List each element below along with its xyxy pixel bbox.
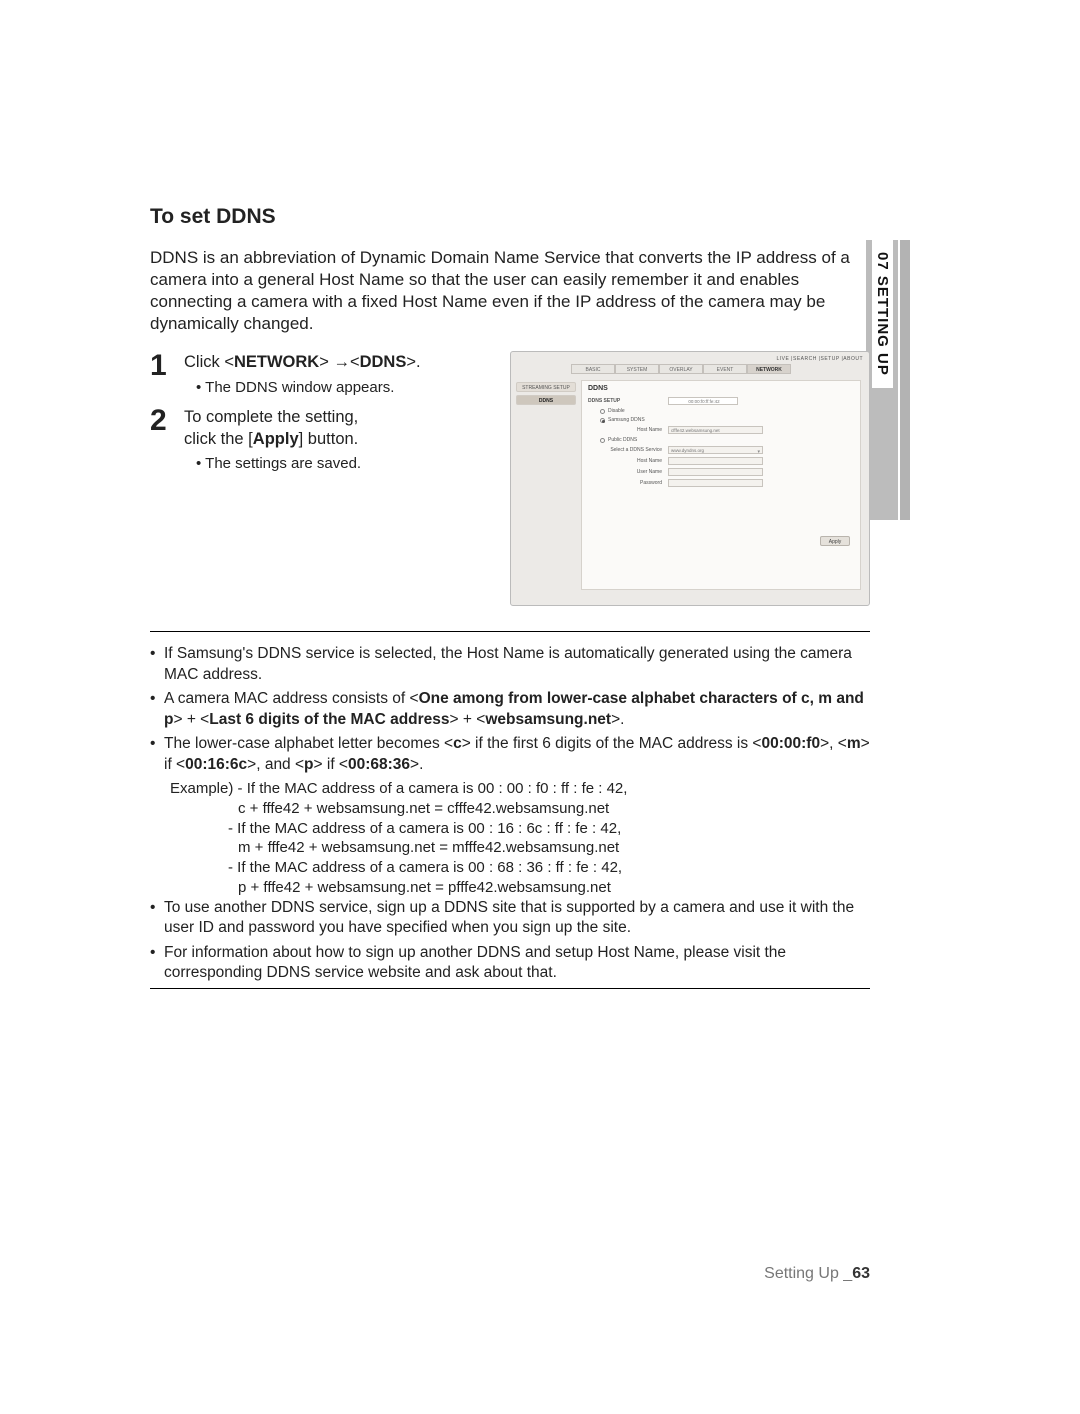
bullet-icon: •: [150, 898, 164, 939]
footer-label: Setting Up _: [764, 1265, 852, 1282]
step-number: 2: [150, 406, 180, 436]
example-label: Example): [170, 780, 233, 797]
example-line: c + fffe42 + websamsung.net = cfffe42.we…: [238, 799, 870, 819]
opt-public: Public DDNS: [608, 437, 637, 443]
intro-paragraph: DDNS is an abbreviation of Dynamic Domai…: [150, 247, 870, 335]
hostname-label: Host Name: [588, 427, 668, 433]
steps-area: 1 Click <NETWORK><DDNS>. The DDNS window…: [150, 351, 920, 611]
tab-network[interactable]: NETWORK: [747, 364, 791, 374]
step-sub: The settings are saved.: [196, 454, 504, 474]
bullet-icon: •: [150, 689, 164, 730]
hostname2-input[interactable]: [668, 457, 763, 465]
example-line: - If the MAC address of a camera is 00 :…: [228, 858, 870, 878]
bullet-icon: •: [150, 644, 164, 685]
note-text: A camera MAC address consists of <One am…: [164, 689, 870, 730]
opt-disable: Disable: [608, 408, 625, 414]
fig-topnav: LIVE |SEARCH |SETUP |ABOUT: [776, 356, 863, 362]
step-text: Click <: [184, 353, 234, 371]
note-item: • The lower-case alphabet letter becomes…: [150, 734, 870, 775]
example-line: - If the MAC address of a camera is 00 :…: [228, 819, 870, 839]
notes-block: • If Samsung's DDNS service is selected,…: [150, 644, 870, 983]
radio-disable[interactable]: [600, 409, 605, 414]
step-keyword-ddns: DDNS: [360, 353, 407, 371]
note-item: • For information about how to sign up a…: [150, 943, 870, 984]
panel-title: DDNS: [588, 385, 854, 392]
username-label: User Name: [588, 469, 668, 475]
example-line: - If the MAC address of a camera is 00 :…: [238, 780, 628, 797]
step-text: To complete the setting,: [184, 408, 358, 426]
fig-sidebar: STREAMING SETUP DDNS: [516, 382, 576, 408]
sidebar-item-ddns[interactable]: DDNS: [516, 395, 576, 405]
tab-overlay[interactable]: OVERLAY: [659, 364, 703, 374]
note-text: The lower-case alphabet letter becomes <…: [164, 734, 870, 775]
sidebar-item-streaming[interactable]: STREAMING SETUP: [516, 382, 576, 392]
step-sub: The DDNS window appears.: [196, 378, 504, 398]
step-text: >.: [406, 353, 420, 371]
username-input[interactable]: [668, 468, 763, 476]
radio-public[interactable]: [600, 438, 605, 443]
page-number: 63: [852, 1265, 870, 1282]
ddns-screenshot: LIVE |SEARCH |SETUP |ABOUT BASIC SYSTEM …: [510, 351, 870, 606]
bullet-icon: •: [150, 943, 164, 984]
note-text: For information about how to sign up ano…: [164, 943, 870, 984]
bullet-icon: •: [150, 734, 164, 775]
radio-samsung[interactable]: [600, 418, 605, 423]
mac-display: 00:00:f0:ff:fe:42: [668, 397, 738, 405]
step-text: ] button.: [299, 430, 359, 448]
opt-samsung: Samsung DDNS: [608, 417, 645, 423]
tab-system[interactable]: SYSTEM: [615, 364, 659, 374]
fig-tabs: BASIC SYSTEM OVERLAY EVENT NETWORK: [571, 364, 791, 374]
hostname-input[interactable]: cfffe42.websamsung.net: [668, 426, 763, 434]
tab-basic[interactable]: BASIC: [571, 364, 615, 374]
note-item: • A camera MAC address consists of <One …: [150, 689, 870, 730]
fig-panel: DDNS DDNS SETUP 00:00:f0:ff:fe:42 Disabl…: [581, 380, 861, 590]
step-text: >: [319, 353, 329, 371]
tab-event[interactable]: EVENT: [703, 364, 747, 374]
divider: [150, 988, 870, 989]
example-block: Example) - If the MAC address of a camer…: [170, 779, 870, 898]
hostname2-label: Host Name: [588, 458, 668, 464]
apply-button[interactable]: Apply: [820, 536, 850, 546]
arrow-icon: [329, 353, 350, 371]
chevron-down-icon: ▾: [757, 448, 760, 456]
example-line: p + fffe42 + websamsung.net = pfffe42.we…: [238, 878, 870, 898]
note-text: To use another DDNS service, sign up a D…: [164, 898, 870, 939]
step-keyword-network: NETWORK: [234, 353, 319, 371]
divider: [150, 631, 870, 632]
section-title: To set DDNS: [150, 205, 920, 229]
ddns-setup-label: DDNS SETUP: [588, 398, 668, 404]
note-item: • If Samsung's DDNS service is selected,…: [150, 644, 870, 685]
select-service-dropdown[interactable]: www.dyndns.org▾: [668, 446, 763, 454]
note-text: If Samsung's DDNS service is selected, t…: [164, 644, 870, 685]
password-input[interactable]: [668, 479, 763, 487]
step-number: 1: [150, 351, 180, 381]
step-text: click the [: [184, 430, 253, 448]
page-content: To set DDNS DDNS is an abbreviation of D…: [150, 205, 920, 1019]
password-label: Password: [588, 480, 668, 486]
step-keyword-apply: Apply: [253, 430, 299, 448]
select-service-label: Select a DDNS Service: [588, 447, 668, 453]
note-item: • To use another DDNS service, sign up a…: [150, 898, 870, 939]
example-line: m + fffe42 + websamsung.net = mfffe42.we…: [238, 838, 870, 858]
page-footer: Setting Up _63: [150, 1265, 870, 1283]
